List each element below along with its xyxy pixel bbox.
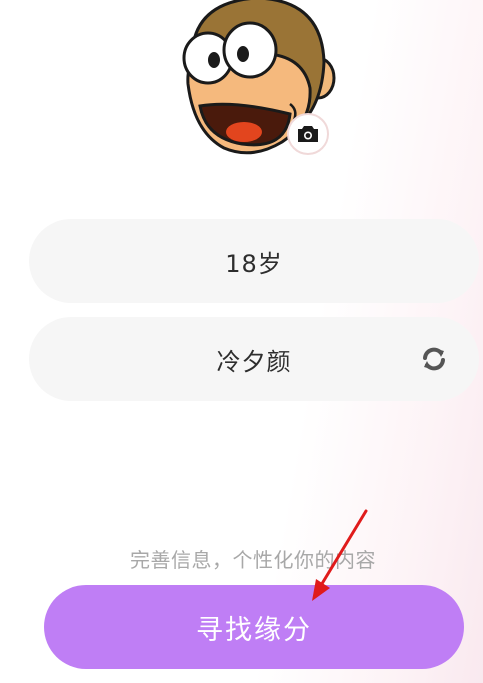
find-match-button[interactable]: 寻找缘分 <box>44 585 464 669</box>
find-match-button-label: 寻找缘分 <box>196 614 312 646</box>
nickname-field[interactable]: 冷夕颜 <box>29 317 479 401</box>
camera-icon <box>298 126 318 142</box>
nickname-value: 冷夕颜 <box>216 347 292 376</box>
age-field[interactable]: 18岁 <box>29 219 479 303</box>
age-value: 18岁 <box>225 249 283 278</box>
refresh-nickname-button[interactable] <box>419 344 449 374</box>
refresh-icon <box>423 347 445 371</box>
profile-hint-text: 完善信息，个性化你的内容 <box>130 548 376 572</box>
change-avatar-button[interactable] <box>287 113 329 155</box>
